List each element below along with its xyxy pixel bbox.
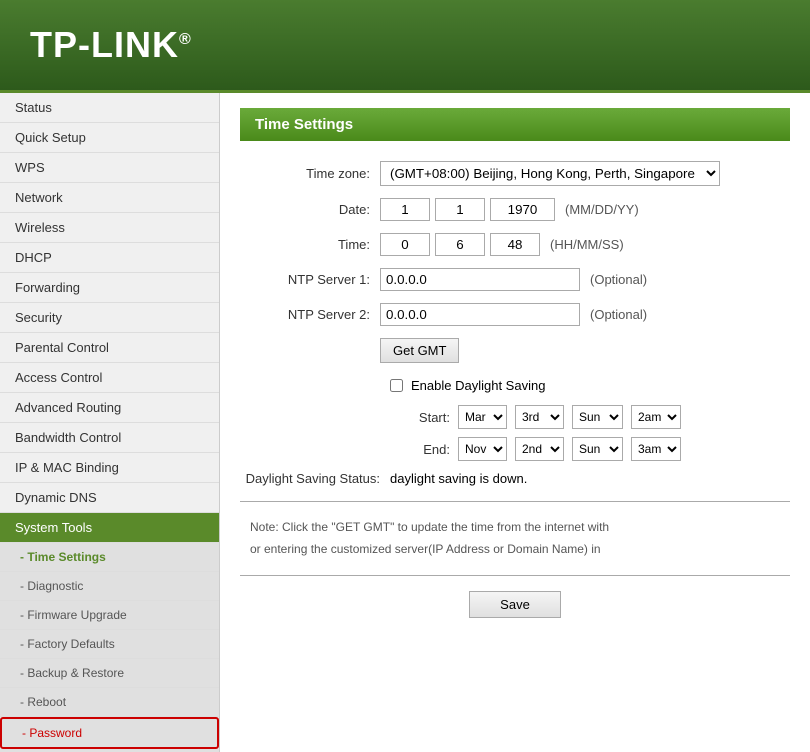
sidebar-item-status[interactable]: Status — [0, 93, 219, 123]
divider2 — [240, 575, 790, 576]
content-area: Time Settings Time zone: (GMT+08:00) Bei… — [220, 93, 810, 752]
sidebar-item-network[interactable]: Network — [0, 183, 219, 213]
date-row: Date: (MM/DD/YY) — [240, 198, 790, 221]
dst-start-day[interactable]: SunMonTueWed ThuFriSat — [572, 405, 623, 429]
note-line1: Note: Click the "GET GMT" to update the … — [250, 517, 790, 539]
timezone-row: Time zone: (GMT+08:00) Beijing, Hong Kon… — [240, 161, 790, 186]
date-format-label: (MM/DD/YY) — [565, 202, 639, 217]
sidebar-item-access-control[interactable]: Access Control — [0, 363, 219, 393]
sidebar-item-parental-control[interactable]: Parental Control — [0, 333, 219, 363]
dst-start-label: Start: — [390, 410, 450, 425]
sidebar-item-wireless[interactable]: Wireless — [0, 213, 219, 243]
dst-end-time[interactable]: 3am1am2am4am — [631, 437, 681, 461]
sidebar-item-factory-defaults[interactable]: - Factory Defaults — [0, 630, 219, 659]
daylight-saving-checkbox[interactable] — [390, 379, 403, 392]
ntp2-optional: (Optional) — [590, 307, 647, 322]
ntp1-input[interactable] — [380, 268, 580, 291]
sidebar-item-security[interactable]: Security — [0, 303, 219, 333]
date-month-input[interactable] — [380, 198, 430, 221]
ntp1-label: NTP Server 1: — [240, 272, 380, 287]
sidebar-item-password[interactable]: - Password — [0, 717, 219, 749]
dst-start-month[interactable]: MarJanFebApr MayJunJulAug SepOctNovDec — [458, 405, 507, 429]
dst-end-day[interactable]: SunMonTueWed ThuFriSat — [572, 437, 623, 461]
sidebar-item-ip-mac-binding[interactable]: IP & MAC Binding — [0, 453, 219, 483]
dst-status-label: Daylight Saving Status: — [240, 471, 390, 486]
sidebar-item-wps[interactable]: WPS — [0, 153, 219, 183]
date-label: Date: — [240, 202, 380, 217]
main-container: Status Quick Setup WPS Network Wireless … — [0, 90, 810, 752]
dst-end-month[interactable]: NovJanFebMar AprMayJunJul AugSepOctDec — [458, 437, 507, 461]
note-line2: or entering the customized server(IP Add… — [250, 539, 790, 561]
dst-start-row: Start: MarJanFebApr MayJunJulAug SepOctN… — [390, 405, 790, 429]
note-area: Note: Click the "GET GMT" to update the … — [250, 517, 790, 560]
sidebar-item-dynamic-dns[interactable]: Dynamic DNS — [0, 483, 219, 513]
logo: TP-LINK® — [30, 24, 192, 66]
section-title: Time Settings — [240, 108, 790, 141]
timezone-select[interactable]: (GMT+08:00) Beijing, Hong Kong, Perth, S… — [380, 161, 720, 186]
ntp2-field: (Optional) — [380, 303, 647, 326]
ntp2-row: NTP Server 2: (Optional) — [240, 303, 790, 326]
ntp2-input[interactable] — [380, 303, 580, 326]
get-gmt-row: Get GMT — [380, 338, 790, 363]
time-field: (HH/MM/SS) — [380, 233, 624, 256]
sidebar-item-diagnostic[interactable]: - Diagnostic — [0, 572, 219, 601]
ntp2-label: NTP Server 2: — [240, 307, 380, 322]
time-row: Time: (HH/MM/SS) — [240, 233, 790, 256]
ntp1-optional: (Optional) — [590, 272, 647, 287]
dst-start-time[interactable]: 2am1am3am4am — [631, 405, 681, 429]
time-hours-input[interactable] — [380, 233, 430, 256]
sidebar-item-reboot[interactable]: - Reboot — [0, 688, 219, 717]
get-gmt-button[interactable]: Get GMT — [380, 338, 459, 363]
dst-table: Start: MarJanFebApr MayJunJulAug SepOctN… — [390, 405, 790, 461]
divider — [240, 501, 790, 502]
daylight-saving-label: Enable Daylight Saving — [411, 378, 545, 393]
sidebar-item-bandwidth-control[interactable]: Bandwidth Control — [0, 423, 219, 453]
date-year-input[interactable] — [490, 198, 555, 221]
dst-end-label: End: — [390, 442, 450, 457]
save-row: Save — [240, 591, 790, 618]
sidebar: Status Quick Setup WPS Network Wireless … — [0, 93, 220, 752]
time-minutes-input[interactable] — [435, 233, 485, 256]
dst-start-week[interactable]: 3rd1st2nd4thLast — [515, 405, 564, 429]
dst-end-week[interactable]: 2nd1st3rd4thLast — [515, 437, 564, 461]
dst-status-row: Daylight Saving Status: daylight saving … — [240, 471, 790, 486]
sidebar-item-forwarding[interactable]: Forwarding — [0, 273, 219, 303]
ntp1-row: NTP Server 1: (Optional) — [240, 268, 790, 291]
sidebar-item-quick-setup[interactable]: Quick Setup — [0, 123, 219, 153]
timezone-field: (GMT+08:00) Beijing, Hong Kong, Perth, S… — [380, 161, 720, 186]
sidebar-item-dhcp[interactable]: DHCP — [0, 243, 219, 273]
save-button[interactable]: Save — [469, 591, 561, 618]
time-format-label: (HH/MM/SS) — [550, 237, 624, 252]
header: TP-LINK® — [0, 0, 810, 90]
date-field: (MM/DD/YY) — [380, 198, 639, 221]
time-label: Time: — [240, 237, 380, 252]
time-seconds-input[interactable] — [490, 233, 540, 256]
timezone-label: Time zone: — [240, 166, 380, 181]
sidebar-item-firmware-upgrade[interactable]: - Firmware Upgrade — [0, 601, 219, 630]
sidebar-item-time-settings[interactable]: - Time Settings — [0, 543, 219, 572]
daylight-saving-row: Enable Daylight Saving — [390, 378, 790, 393]
date-day-input[interactable] — [435, 198, 485, 221]
sidebar-item-system-tools[interactable]: System Tools — [0, 513, 219, 543]
dst-end-row: End: NovJanFebMar AprMayJunJul AugSepOct… — [390, 437, 790, 461]
ntp1-field: (Optional) — [380, 268, 647, 291]
dst-status-value: daylight saving is down. — [390, 471, 527, 486]
sidebar-item-advanced-routing[interactable]: Advanced Routing — [0, 393, 219, 423]
sidebar-item-backup-restore[interactable]: - Backup & Restore — [0, 659, 219, 688]
